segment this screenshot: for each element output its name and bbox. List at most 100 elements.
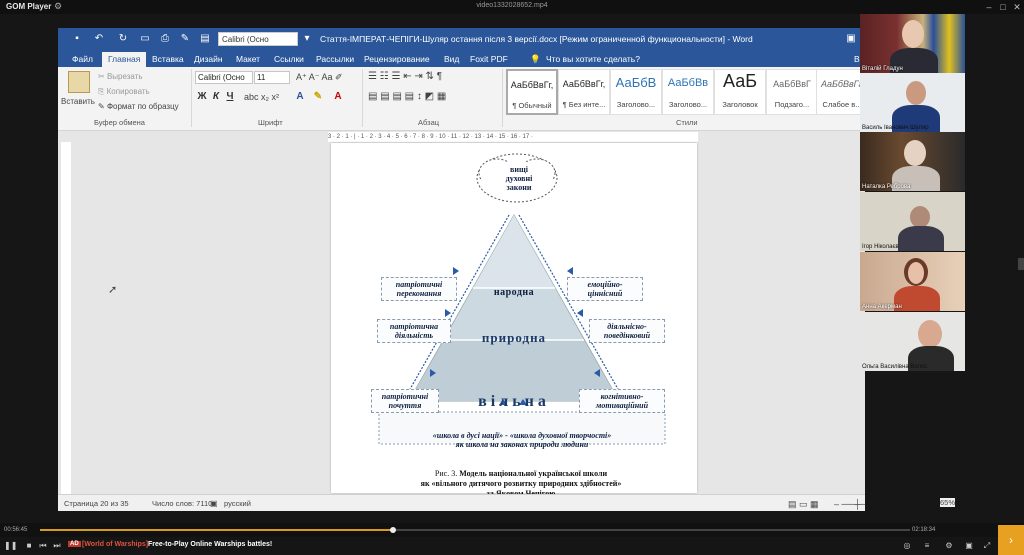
- paste-button[interactable]: Вставить: [61, 97, 95, 106]
- view-mode-icons[interactable]: ▤ ▭ ▦: [788, 499, 819, 510]
- style-preview: АаБбВ: [615, 75, 657, 90]
- style-no-spacing[interactable]: АаБбВвГг, ¶ Без инте...: [558, 69, 610, 115]
- settings-icon[interactable]: ⚙: [944, 541, 954, 550]
- participant-name: Ігор Ніколаєв: [862, 244, 899, 250]
- prev-icon[interactable]: ⏮: [38, 541, 48, 551]
- ribbon-display-icon[interactable]: ▣: [844, 32, 858, 46]
- ad-text[interactable]: Free-to-Play Online Warships battles!: [148, 541, 272, 548]
- tab-layout[interactable]: Макет: [230, 52, 266, 67]
- next-icon[interactable]: ⏭: [52, 541, 62, 551]
- redo-icon[interactable]: ↻: [116, 32, 130, 46]
- tab-mailings[interactable]: Рассылки: [310, 52, 360, 67]
- pyramid-top-tier: [473, 215, 555, 288]
- participant-tile[interactable]: Анна Акерман: [860, 252, 965, 311]
- zoom-slider[interactable]: – ──┼── +: [834, 499, 865, 509]
- format-painter-button[interactable]: ✎ Формат по образцу: [98, 102, 179, 111]
- tab-file[interactable]: Файл: [66, 52, 99, 67]
- style-heading-1[interactable]: АаБбВ Заголово...: [610, 69, 662, 115]
- participant-name: Василь Іванович Шуляр: [862, 125, 929, 131]
- style-subtle-emphasis[interactable]: АаБбВвГг Слабое в...: [816, 69, 865, 115]
- playlist-icon[interactable]: ≡: [922, 541, 932, 550]
- separator: [502, 69, 503, 127]
- italic-icon[interactable]: К: [210, 91, 222, 102]
- style-preview: АаБбВвГг,: [562, 79, 606, 89]
- close-icon[interactable]: ✕: [1010, 1, 1024, 13]
- text-effects-icon[interactable]: A: [294, 91, 306, 102]
- minimize-icon[interactable]: –: [982, 1, 996, 13]
- style-preview: АаБбВвГ: [773, 79, 811, 89]
- font-name-box[interactable]: Calibri (Осно: [195, 71, 253, 84]
- document-page[interactable]: вищі духовні закони народна природна віл…: [331, 143, 697, 498]
- status-bar: Страница 20 из 35 Число слов: 7110 ▣ рус…: [58, 494, 865, 511]
- participant-body: [898, 226, 944, 251]
- style-normal[interactable]: АаБбВвГг, ¶ Обычный: [506, 69, 558, 115]
- page-counter[interactable]: Страница 20 из 35: [64, 499, 129, 508]
- participant-name: Наталка Реброва: [862, 184, 911, 190]
- vertical-ruler[interactable]: [61, 142, 71, 494]
- 360-icon[interactable]: ◎: [902, 541, 912, 550]
- tab-foxit[interactable]: Foxit PDF: [464, 52, 514, 67]
- participant-tile[interactable]: Наталка Реброва: [860, 132, 965, 191]
- paste-icon[interactable]: [68, 71, 90, 93]
- tab-home[interactable]: Главная: [102, 52, 147, 67]
- styles-group-label: Стили: [676, 118, 698, 127]
- undo-icon[interactable]: ↶: [92, 32, 106, 46]
- copy-button[interactable]: ⎘ Копировать: [98, 87, 150, 97]
- paste-icon[interactable]: ▤: [198, 32, 212, 46]
- total-time: 02:18:34: [912, 527, 936, 533]
- pause-icon[interactable]: ❚❚: [4, 541, 17, 550]
- tab-references[interactable]: Ссылки: [268, 52, 310, 67]
- next-arrow-icon[interactable]: ›: [998, 525, 1024, 555]
- style-title[interactable]: АаБ Заголовок: [714, 69, 766, 115]
- participant-face: [908, 262, 924, 284]
- language[interactable]: русский: [224, 499, 251, 508]
- participant-tile[interactable]: Василь Іванович Шуляр: [860, 73, 965, 132]
- style-preview: АаБбВвГг,: [510, 80, 554, 90]
- proofing-icon[interactable]: ▣: [210, 499, 218, 508]
- participant-tile[interactable]: Ольга Василівна Волос: [860, 312, 965, 371]
- list-icons[interactable]: ☰ ☷ ☰ ⇤ ⇥ ⇅ ¶: [368, 71, 442, 82]
- highlight-icon[interactable]: ✎: [312, 91, 324, 102]
- style-subtitle[interactable]: АаБбВвГ Подзаго...: [766, 69, 818, 115]
- cut-button[interactable]: ✂ Вырезать: [98, 72, 143, 81]
- strike-sub-super-icons[interactable]: abc x₂ x²: [244, 92, 279, 102]
- ad-brand[interactable]: [World of Warships]: [82, 541, 148, 548]
- player-titlebar: GOM Player ⚙ video1332028652.mp4 – □ ✕: [0, 0, 1024, 14]
- table-icon[interactable]: ▦: [280, 32, 294, 46]
- ad-badge: AD: [68, 541, 81, 547]
- capture-icon[interactable]: ▣: [964, 541, 974, 550]
- seek-bar[interactable]: [40, 527, 910, 533]
- underline-icon[interactable]: Ч: [224, 91, 236, 102]
- open-icon[interactable]: ▭: [138, 32, 152, 46]
- level-nature: природна: [481, 330, 547, 345]
- tab-design[interactable]: Дизайн: [188, 52, 229, 67]
- tab-insert[interactable]: Вставка: [146, 52, 190, 67]
- fullscreen-icon[interactable]: ⤢: [982, 541, 992, 551]
- player-controls: ❚❚ ■ ⏮ ⏭ AD [World of Warships] Free-to-…: [0, 525, 1024, 555]
- word-count[interactable]: Число слов: 7110: [152, 499, 212, 508]
- maximize-icon[interactable]: □: [996, 1, 1010, 13]
- grow-font-icon[interactable]: A⁺ A⁻ Aa ✐: [296, 72, 343, 83]
- tab-review[interactable]: Рецензирование: [358, 52, 436, 67]
- bottom-box-text: «школа в дусі нації» - «школа духовної т…: [432, 431, 612, 449]
- tab-view[interactable]: Вид: [438, 52, 465, 67]
- horizontal-ruler[interactable]: 3 · 2 · 1 · | · 1 · 2 · 3 · 4 · 5 · 6 · …: [328, 132, 698, 142]
- clipboard-group-label: Буфер обмена: [94, 118, 145, 127]
- separator: [191, 69, 192, 127]
- zoom-percent[interactable]: 65%: [940, 498, 956, 507]
- seek-handle[interactable]: [390, 527, 396, 533]
- print-icon[interactable]: ⎙: [158, 32, 172, 46]
- style-heading-2[interactable]: АаБбВв Заголово...: [662, 69, 714, 115]
- font-size-box[interactable]: 11: [254, 71, 290, 84]
- align-icons[interactable]: ▤ ▤ ▤ ▤ ↕ ◩ ▦: [368, 91, 446, 102]
- bold-icon[interactable]: Ж: [196, 91, 208, 102]
- save-icon[interactable]: ▪: [70, 32, 84, 46]
- participant-tile[interactable]: Ігор Ніколаєв: [860, 192, 965, 251]
- brush-icon[interactable]: ✎: [178, 32, 192, 46]
- sidebar-toggle[interactable]: [1018, 258, 1024, 270]
- tell-me-box[interactable]: Что вы хотите сделать?: [540, 52, 646, 67]
- participant-tile[interactable]: Віталій Гладун: [860, 14, 965, 73]
- stop-icon[interactable]: ■: [24, 541, 34, 550]
- font-color-icon[interactable]: A: [332, 91, 344, 102]
- customize-icon[interactable]: ▾: [300, 32, 314, 46]
